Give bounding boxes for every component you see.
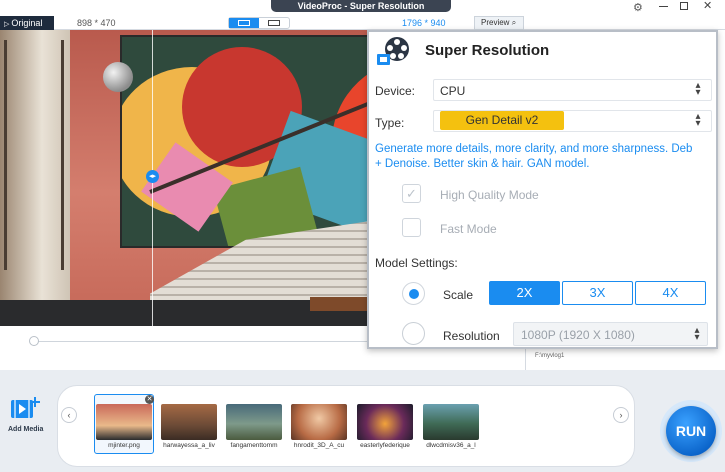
gear-icon[interactable]: ⚙ bbox=[633, 1, 643, 14]
model-settings-label: Model Settings: bbox=[375, 256, 458, 270]
chevron-updown-icon: ▴ ▾ bbox=[694, 325, 700, 343]
scrubber-handle[interactable] bbox=[29, 336, 39, 346]
high-quality-label: High Quality Mode bbox=[440, 188, 539, 202]
output-dimensions: 1796 * 940 bbox=[402, 18, 446, 28]
original-tab[interactable]: ▷ Original bbox=[0, 16, 54, 30]
minimize-icon[interactable] bbox=[659, 6, 668, 7]
media-thumbnail-3[interactable] bbox=[226, 404, 282, 440]
output-path: F:\myvlog1 bbox=[535, 353, 565, 359]
add-media-icon[interactable] bbox=[10, 396, 42, 422]
resolution-label: Resolution bbox=[443, 329, 500, 343]
device-select[interactable]: CPU ▴ ▾ bbox=[433, 79, 712, 101]
preview-button-label: Preview bbox=[481, 18, 510, 27]
type-label: Type: bbox=[375, 116, 405, 130]
run-button[interactable]: RUN bbox=[666, 406, 716, 456]
scale-radio[interactable] bbox=[402, 282, 425, 305]
preview-lamp bbox=[103, 62, 133, 92]
side-by-side-button[interactable] bbox=[259, 18, 289, 28]
split-view-button[interactable] bbox=[229, 18, 259, 28]
original-dimensions: 898 * 470 bbox=[77, 18, 116, 28]
description-line-1: Generate more details, more clarity, and… bbox=[375, 143, 693, 155]
media-item-name: dlwcdmisv36_a_l bbox=[426, 442, 476, 449]
media-item-name: hnrodit_3D_A_cu bbox=[293, 442, 345, 449]
film-reel-icon bbox=[377, 37, 409, 65]
description-line-2: + Denoise. Better skin & hair. GAN model… bbox=[375, 158, 590, 170]
maximize-icon[interactable] bbox=[680, 2, 688, 10]
compare-split-handle[interactable]: ◂▸ bbox=[146, 170, 159, 183]
search-icon: ⌕ bbox=[511, 18, 517, 27]
add-media-label[interactable]: Add Media bbox=[8, 426, 43, 433]
device-label: Device: bbox=[375, 84, 416, 98]
side-by-side-icon bbox=[268, 20, 280, 26]
preview-button[interactable]: Preview ⌕ bbox=[474, 16, 524, 30]
chevron-updown-icon: ▴ ▾ bbox=[695, 80, 701, 98]
media-item-name: mjinter.png bbox=[108, 442, 140, 449]
preview-window bbox=[0, 30, 70, 326]
scale-4x-button[interactable]: 4X bbox=[635, 281, 706, 305]
media-item-name: easterlyfederique bbox=[360, 442, 410, 449]
media-thumbnail-4[interactable] bbox=[291, 404, 347, 440]
scale-3x-button[interactable]: 3X bbox=[562, 281, 633, 305]
split-view-icon bbox=[238, 20, 250, 26]
media-item-name: harwayessa_a_liv bbox=[163, 442, 215, 449]
close-icon[interactable]: ✕ bbox=[703, 0, 712, 12]
remove-media-icon[interactable]: ✕ bbox=[145, 395, 154, 404]
resolution-radio[interactable] bbox=[402, 322, 425, 345]
media-thumbnail-2[interactable] bbox=[161, 404, 217, 440]
fast-mode-checkbox[interactable] bbox=[402, 218, 421, 237]
window-title: VideoProc - Super Resolution bbox=[271, 0, 451, 12]
media-thumbnail-1[interactable] bbox=[96, 404, 152, 440]
chevron-left-icon[interactable]: ‹ bbox=[61, 407, 77, 423]
original-tab-label: Original bbox=[11, 18, 43, 28]
super-resolution-dialog: Super Resolution Device: CPU ▴ ▾ Type: ▴ ▾… bbox=[367, 30, 718, 349]
media-thumbnail-6[interactable] bbox=[423, 404, 479, 440]
high-quality-checkbox[interactable]: ✓ bbox=[402, 184, 421, 203]
dialog-title: Super Resolution bbox=[425, 42, 550, 59]
fast-mode-label: Fast Mode bbox=[440, 222, 497, 236]
type-value[interactable]: Gen Detail v2 bbox=[440, 111, 564, 130]
resolution-value: 1080P (1920 X 1080) bbox=[521, 328, 635, 342]
chevron-right-icon[interactable]: › bbox=[613, 407, 629, 423]
scale-label: Scale bbox=[443, 288, 474, 302]
device-value: CPU bbox=[440, 84, 466, 98]
chevron-updown-icon: ▴ ▾ bbox=[695, 111, 701, 129]
scale-2x-button[interactable]: 2X bbox=[489, 281, 560, 305]
media-item-name: fangamenttomm bbox=[230, 442, 278, 449]
media-thumbnail-5[interactable] bbox=[357, 404, 413, 440]
model-description: Generate more details, more clarity, and… bbox=[375, 142, 720, 172]
resolution-select[interactable]: 1080P (1920 X 1080) ▴ ▾ bbox=[513, 322, 708, 346]
play-icon: ▷ bbox=[4, 21, 10, 28]
view-mode-toggle[interactable] bbox=[228, 17, 290, 29]
